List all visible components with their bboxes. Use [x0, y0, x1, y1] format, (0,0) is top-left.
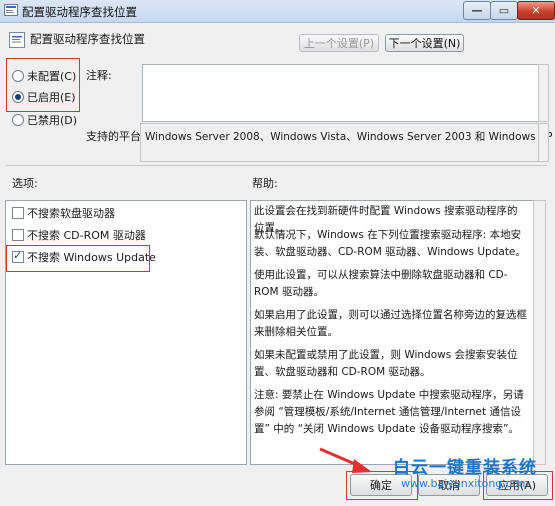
help-paragraph: 注意: 要禁止在 Windows Update 中搜索驱动程序，另请参阅 “管理…	[254, 389, 524, 435]
help-scrollbar[interactable]	[533, 200, 546, 465]
radio-not-configured[interactable]	[12, 70, 24, 82]
maximize-icon: ▭	[498, 4, 510, 17]
watermark-title: 白云一键重装系统	[393, 458, 537, 478]
checkbox-windows-update[interactable]	[12, 249, 24, 263]
close-button[interactable]: ✕	[517, 1, 555, 20]
maximize-button[interactable]: ▭	[490, 1, 518, 20]
radio-disabled[interactable]	[12, 114, 24, 126]
radio-not-configured-label: 未配置(C)	[27, 70, 77, 83]
arrow-icon	[319, 447, 372, 473]
prev-setting-button[interactable]: 上一个设置(P)	[299, 34, 379, 52]
radio-disabled-label: 已禁用(D)	[27, 114, 78, 127]
option-cdrom-label: 不搜索 CD-ROM 驱动器	[27, 229, 146, 242]
window-title: 配置驱动程序查找位置	[22, 5, 137, 19]
comment-label: 注释:	[86, 69, 112, 82]
radio-enabled-label: 已启用(E)	[27, 91, 76, 104]
policy-icon	[4, 4, 18, 16]
settings-icon	[9, 32, 25, 48]
platform-scrollbar[interactable]	[538, 123, 549, 162]
option-floppy-label: 不搜索软盘驱动器	[27, 207, 115, 220]
help-label: 帮助:	[252, 177, 278, 190]
radio-enabled[interactable]	[12, 91, 24, 103]
platform-value: Windows Server 2008、Windows Vista、Window…	[145, 131, 553, 143]
checkbox-cdrom[interactable]	[12, 229, 24, 241]
option-windows-update-label: 不搜索 Windows Update	[27, 251, 156, 264]
checkbox-floppy[interactable]	[12, 207, 24, 219]
close-icon: ✕	[531, 4, 541, 17]
help-paragraph: 如果启用了此设置，则可以通过选择位置名称旁边的复选框来删除相关位置。	[254, 309, 527, 338]
comment-scrollbar[interactable]	[538, 64, 549, 122]
options-label: 选项:	[12, 177, 38, 190]
watermark-url: www.baiyunxitong.com	[401, 477, 530, 490]
platform-label: 支持的平台:	[86, 130, 145, 143]
comment-field[interactable]	[142, 64, 539, 122]
help-paragraph: 如果未配置或禁用了此设置，则 Windows 会搜索安装位置、软盘驱动器和 CD…	[254, 349, 518, 378]
minimize-button[interactable]: —	[463, 1, 491, 20]
divider	[6, 165, 547, 166]
help-paragraph: 默认情况下，Windows 在下列位置搜索驱动程序: 本地安装、软盘驱动器、CD…	[254, 229, 526, 258]
minimize-icon: —	[471, 4, 483, 17]
next-setting-button[interactable]: 下一个设置(N)	[385, 34, 464, 52]
policy-name: 配置驱动程序查找位置	[30, 32, 145, 46]
help-paragraph: 使用此设置，可以从搜索算法中删除软盘驱动器和 CD-ROM 驱动器。	[254, 269, 508, 298]
